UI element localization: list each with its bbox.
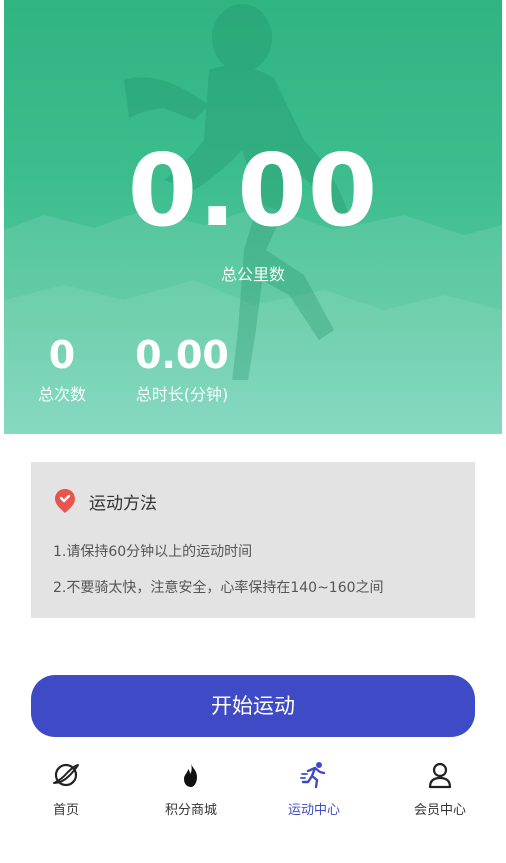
total-distance-value: 0.00 xyxy=(127,132,379,249)
planet-icon xyxy=(53,763,79,787)
tab-sport-center-label: 运动中心 xyxy=(287,803,340,818)
tab-points-mall-label: 积分商城 xyxy=(164,803,217,818)
bottom-tab-bar: 首页 积分商城 运动中心 会员中心 xyxy=(0,752,506,832)
total-count-value: 0 xyxy=(48,333,76,377)
tab-home-label: 首页 xyxy=(52,803,79,818)
method-title-row: 运动方法 xyxy=(53,488,157,514)
tab-member-center[interactable]: 会员中心 xyxy=(385,752,495,832)
runner-icon xyxy=(300,762,326,789)
total-duration-label: 总时长(分钟) xyxy=(135,385,229,404)
start-exercise-button[interactable]: 开始运动 xyxy=(31,675,475,737)
user-icon xyxy=(428,762,452,789)
location-pin-icon xyxy=(55,489,75,513)
method-line-2: 2.不要骑太快，注意安全，心率保持在140~160之间 xyxy=(53,580,384,596)
tab-points-mall[interactable]: 积分商城 xyxy=(136,752,246,832)
method-title: 运动方法 xyxy=(89,493,157,514)
total-duration-stat: 0.00 总时长(分钟) xyxy=(126,332,238,406)
total-count-label: 总次数 xyxy=(37,385,86,404)
total-count-stat: 0 总次数 xyxy=(30,332,94,406)
total-distance-label: 总公里数 xyxy=(220,265,285,284)
method-line-1: 1.请保持60分钟以上的运动时间 xyxy=(53,544,253,560)
flame-icon xyxy=(184,763,197,787)
tab-member-center-label: 会员中心 xyxy=(413,803,466,818)
exercise-method-card: 运动方法 1.请保持60分钟以上的运动时间 2.不要骑太快，注意安全，心率保持在… xyxy=(31,462,475,618)
total-duration-value: 0.00 xyxy=(135,333,229,377)
tab-sport-center[interactable]: 运动中心 xyxy=(259,752,369,832)
hero-banner: 0.00 总公里数 0 总次数 0.00 总时长(分钟) xyxy=(4,0,502,434)
tab-home[interactable]: 首页 xyxy=(11,752,121,832)
